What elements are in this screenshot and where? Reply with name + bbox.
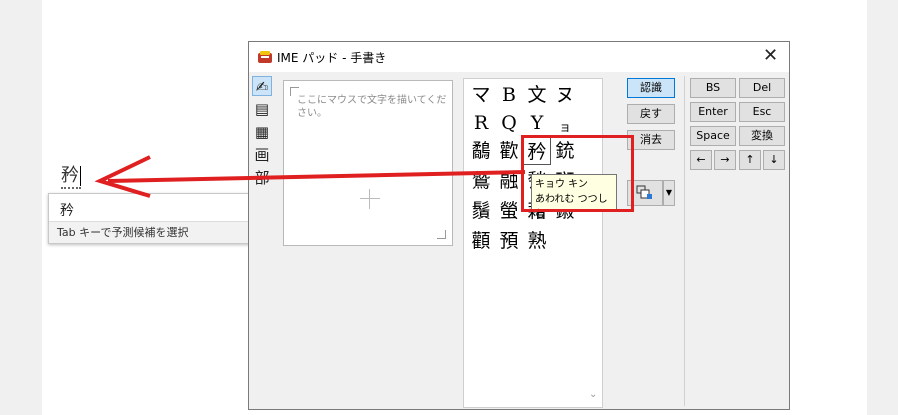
annotation-arrow	[94, 155, 526, 198]
